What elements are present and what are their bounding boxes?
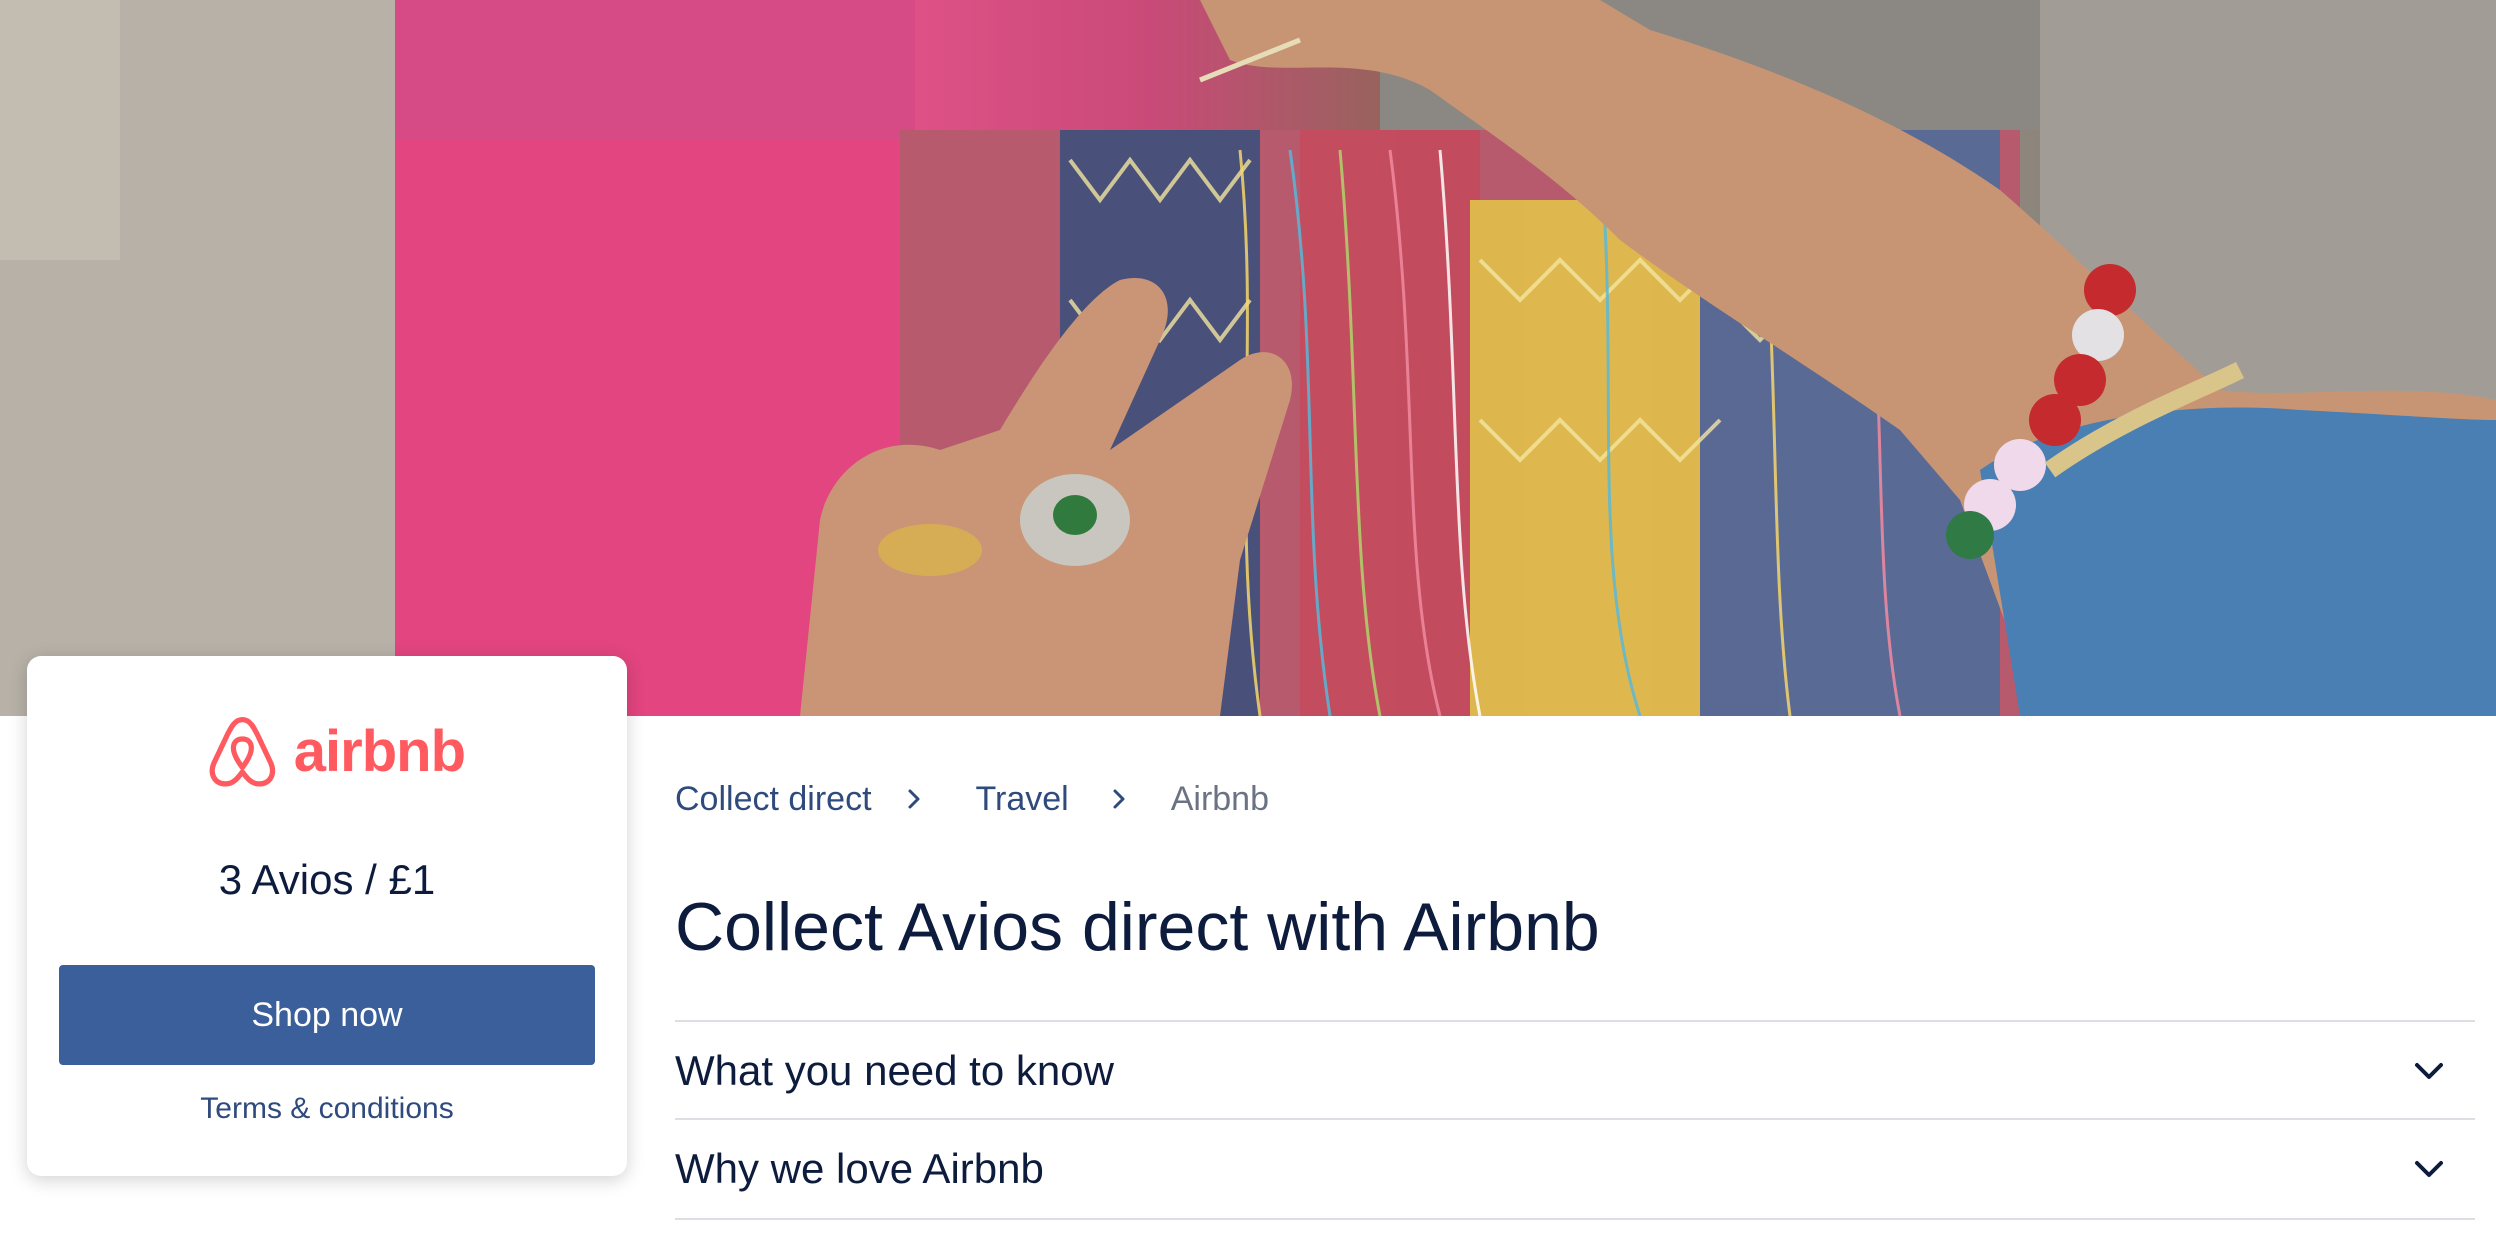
shop-now-button[interactable]: Shop now (59, 965, 595, 1065)
accordion-label: Why we love Airbnb (675, 1145, 1044, 1192)
breadcrumb-airbnb: Airbnb (1170, 779, 1269, 818)
accordion-why-we-love-airbnb[interactable]: Why we love Airbnb (675, 1118, 2475, 1220)
page-title: Collect Avios direct with Airbnb (675, 889, 1600, 965)
avios-rate: 3 Avios / £1 (218, 856, 436, 903)
hero-weaving-illustration (0, 0, 2496, 716)
airbnb-belo-icon (209, 716, 276, 787)
breadcrumb-travel[interactable]: Travel (976, 780, 1069, 819)
chevron-right-icon (908, 789, 920, 809)
chevron-down-icon (2415, 1161, 2443, 1177)
airbnb-logo: airbnb (205, 708, 466, 794)
hero-image (0, 0, 2496, 716)
accordion-what-you-need-to-know[interactable]: What you need to know (675, 1020, 2475, 1120)
breadcrumb: Collect direct Travel Airbnb (675, 774, 1269, 824)
brand-name: airbnb (293, 718, 466, 784)
brand-card: airbnb 3 Avios / £1 Shop now Terms & con… (27, 656, 627, 1176)
terms-conditions-link[interactable]: Terms & conditions (27, 1092, 627, 1126)
accordion-label: What you need to know (675, 1047, 1114, 1094)
chevron-down-icon (2415, 1063, 2443, 1079)
breadcrumb-collect-direct[interactable]: Collect direct (675, 780, 872, 819)
chevron-right-icon (1113, 789, 1125, 809)
